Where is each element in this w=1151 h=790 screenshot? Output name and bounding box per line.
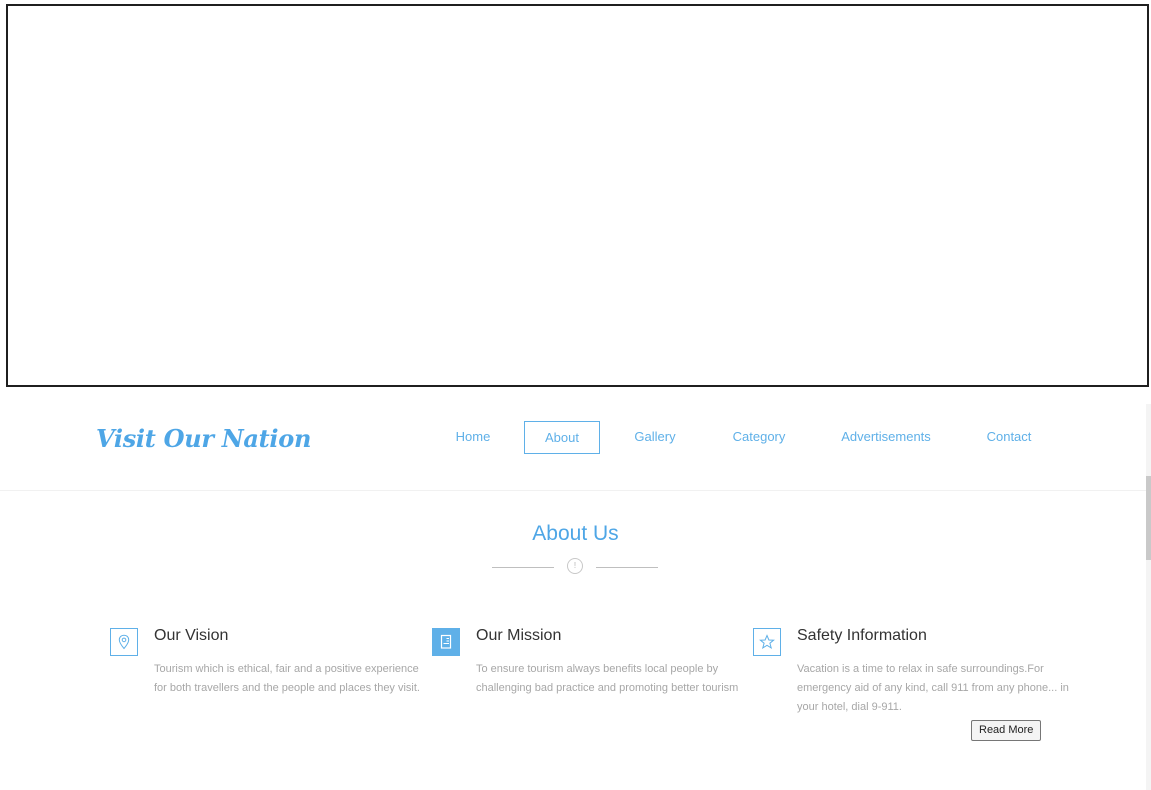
feature-title: Our Mission [476, 627, 562, 644]
page: Visit Our Nation Home About Gallery Cate… [0, 0, 1151, 790]
feature-description: Vacation is a time to relax in safe surr… [797, 663, 1069, 713]
page-scrollbar[interactable] [1146, 404, 1151, 790]
nav-item-gallery[interactable]: Gallery [624, 421, 686, 454]
scrollbar-thumb[interactable] [1146, 476, 1151, 560]
feature-title: Our Vision [154, 627, 229, 644]
blank-content-frame [6, 4, 1149, 387]
nav-item-category[interactable]: Category [721, 421, 797, 454]
feature-description: Tourism which is ethical, fair and a pos… [154, 663, 420, 694]
map-pin-icon [110, 628, 138, 656]
divider-line-left [492, 567, 554, 568]
feature-description: To ensure tourism always benefits local … [476, 663, 739, 694]
divider-line-right [596, 567, 658, 568]
feature-title: Safety Information [797, 627, 927, 644]
document-icon [432, 628, 460, 656]
nav-item-advertisements[interactable]: Advertisements [830, 421, 942, 454]
nav-item-contact[interactable]: Contact [976, 421, 1042, 454]
divider-info-icon: ! [567, 558, 583, 574]
nav-item-home[interactable]: Home [445, 421, 501, 454]
nav-item-about[interactable]: About [524, 421, 600, 454]
main-nav: Home About Gallery Category Advertisemen… [0, 421, 1146, 454]
section-divider: ! [492, 558, 658, 576]
about-section-title: About Us [532, 522, 619, 545]
site-header: Visit Our Nation Home About Gallery Cate… [0, 404, 1146, 491]
read-more-button[interactable]: Read More [971, 720, 1042, 741]
star-icon [753, 628, 781, 656]
